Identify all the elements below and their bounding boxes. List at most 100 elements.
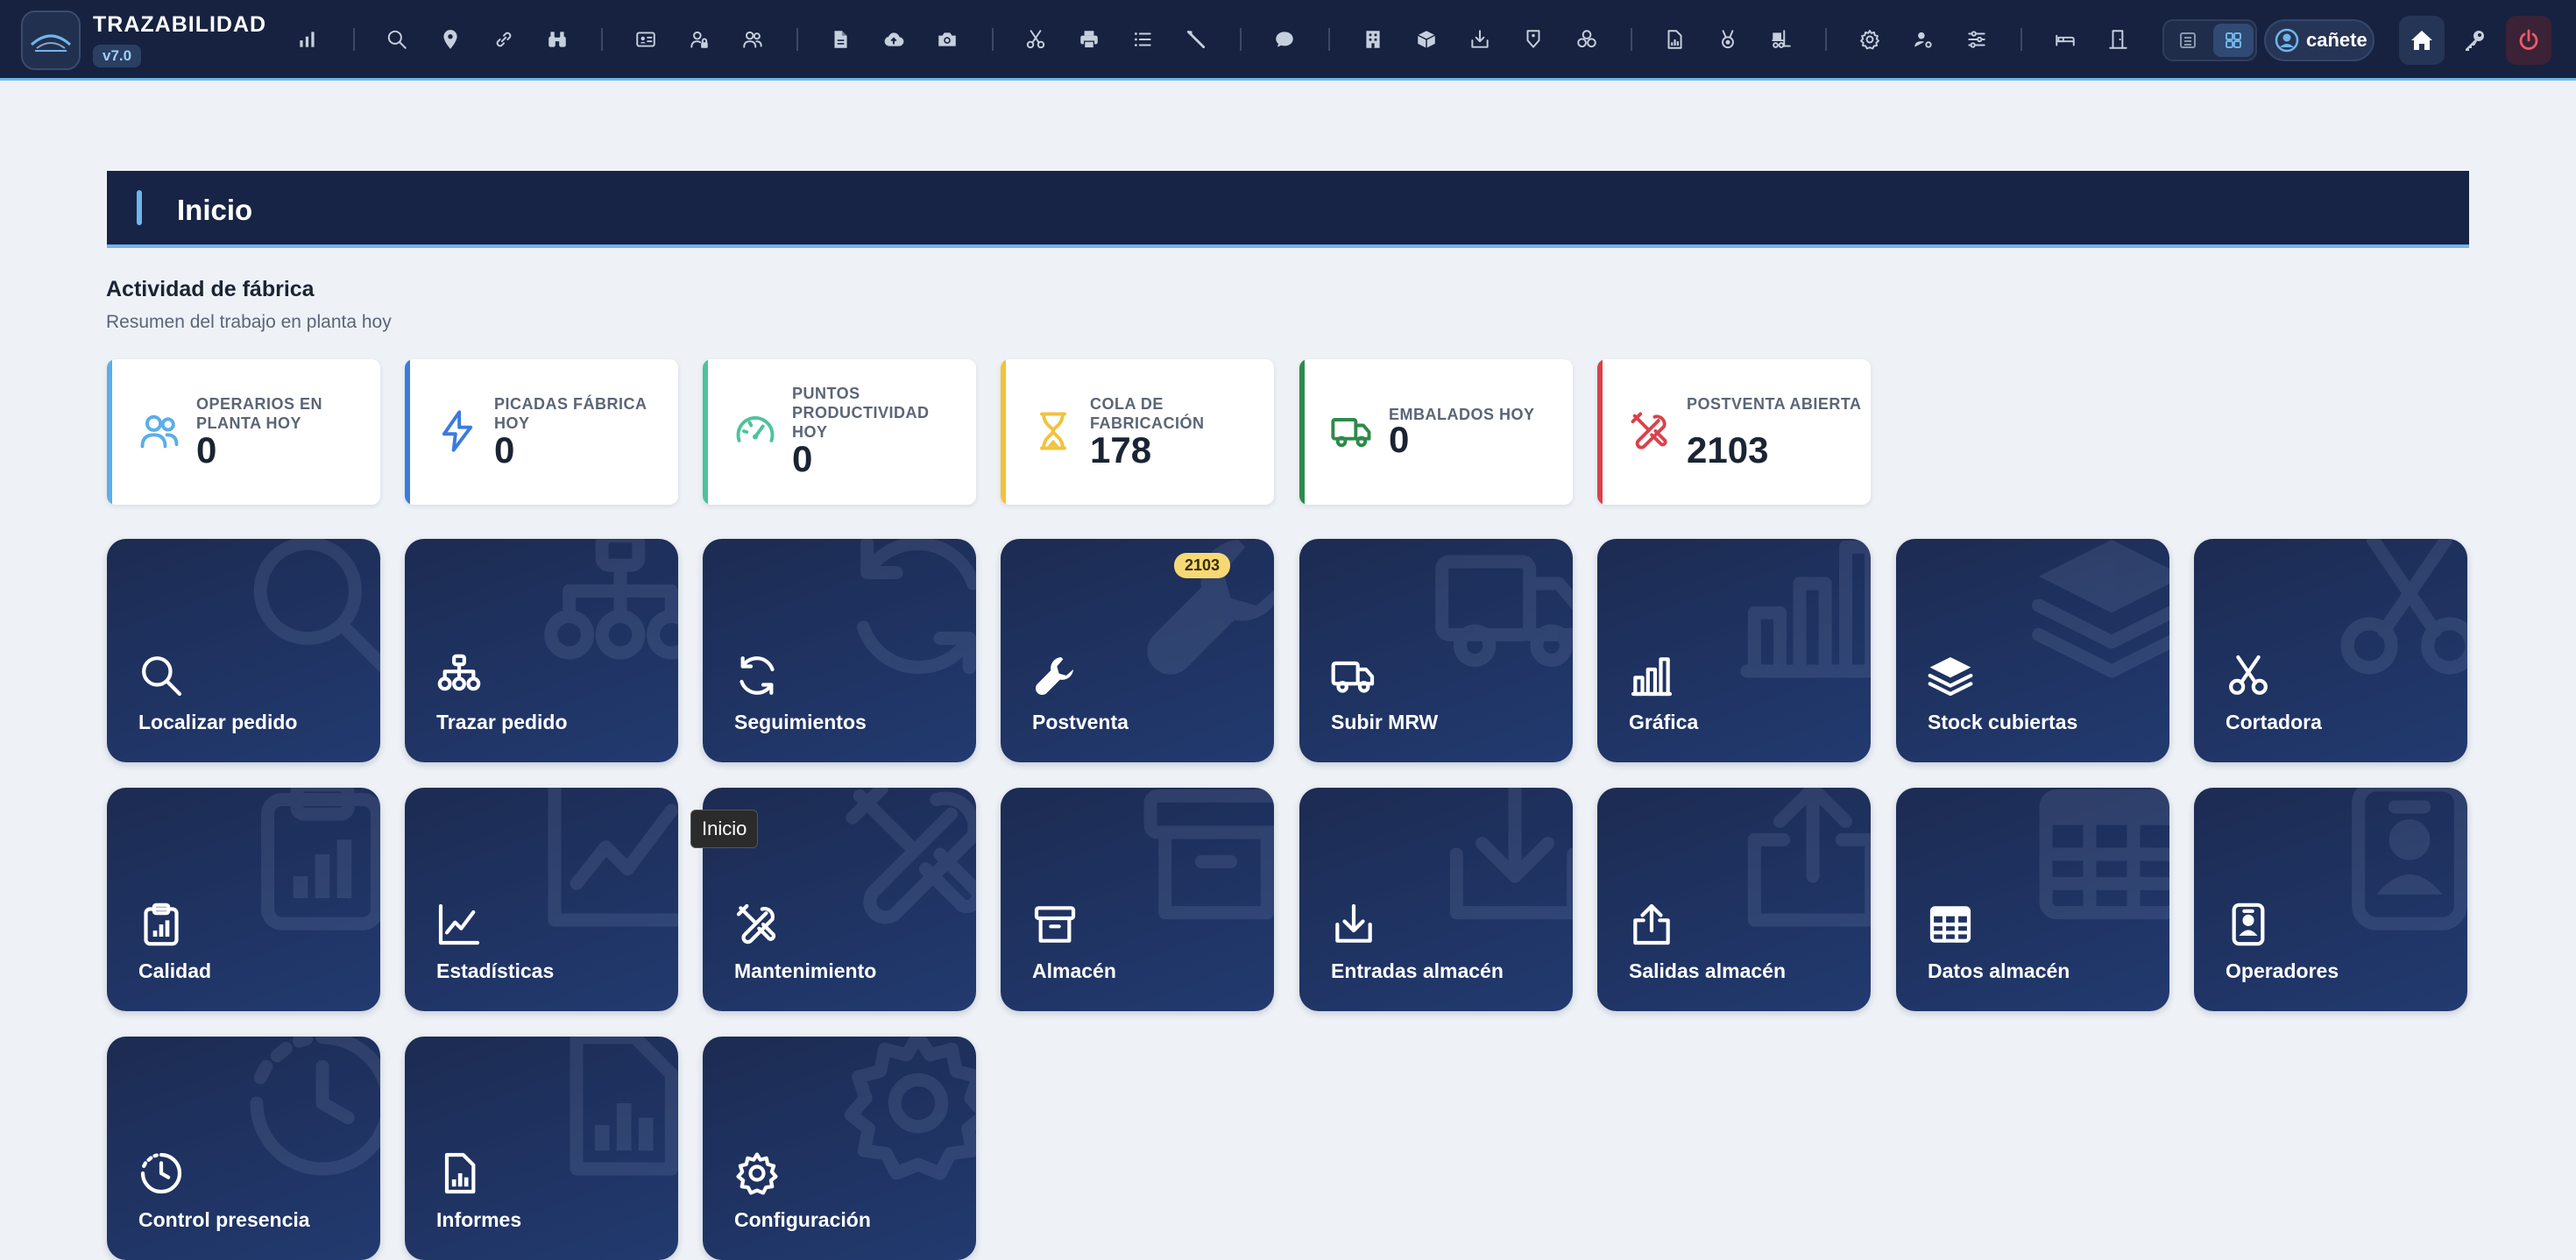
tile-entradas-almacen[interactable]: Entradas almacén	[1299, 788, 1573, 1011]
toolbar-door-button[interactable]	[2104, 25, 2134, 54]
toolbar-ruler-button[interactable]	[1181, 25, 1211, 54]
toolbar-chart-button[interactable]	[293, 25, 322, 54]
tile-seguimientos[interactable]: Seguimientos	[703, 539, 976, 762]
stat-value: 0	[494, 429, 515, 471]
archive-icon	[1143, 789, 1274, 920]
toolbar-camera-button[interactable]	[932, 25, 962, 54]
tile-control-presencia[interactable]: Control presencia	[107, 1037, 380, 1260]
tile-estadisticas[interactable]: Estadísticas	[405, 788, 678, 1011]
toolbar-printer-button[interactable]	[1074, 25, 1104, 54]
file-icon	[834, 31, 847, 48]
inbox-in-icon	[1471, 30, 1489, 48]
toolbar-building-button[interactable]	[1358, 25, 1388, 54]
tooltip: Inicio	[690, 810, 759, 848]
home-button[interactable]	[2399, 16, 2445, 65]
search-icon	[387, 30, 407, 49]
stat-card: COLA DE FABRICACIÓN 178	[1001, 359, 1274, 505]
toolbar-user-cog-button[interactable]	[1908, 25, 1938, 54]
toolbar-gear-button[interactable]	[1855, 25, 1885, 54]
tile-postventa[interactable]: Postventa 2103	[1001, 539, 1274, 762]
logout-button[interactable]	[2506, 16, 2551, 65]
user-menu-button[interactable]: cañete	[2264, 19, 2374, 61]
stat-card: PUNTOS PRODUCTIVIDAD HOY 0	[703, 359, 976, 505]
tile-almacen[interactable]: Almacén	[1001, 788, 1274, 1011]
toolbar-sliders-button[interactable]	[1962, 25, 1992, 54]
toolbar-list-button[interactable]	[1128, 25, 1157, 54]
toolbar-bed-button[interactable]	[2050, 25, 2080, 54]
link-icon	[496, 32, 512, 47]
toolbar-chat-button[interactable]	[1270, 25, 1299, 54]
tile-informes[interactable]: Informes	[405, 1037, 678, 1260]
stat-card: PICADAS FÁBRICA HOY 0	[405, 359, 678, 505]
toolbar-cloud-upload-button[interactable]	[879, 25, 909, 54]
tile-label: Estadísticas	[436, 959, 555, 982]
stat-accent	[703, 359, 708, 505]
tools-icon	[846, 788, 976, 924]
clipboard-chart-icon	[261, 788, 380, 931]
toolbar-separator	[796, 28, 798, 51]
wrench-icon	[1035, 657, 1073, 696]
refresh-icon	[740, 656, 775, 695]
scissors-icon	[2229, 655, 2268, 695]
tile-label: Mantenimiento	[734, 959, 877, 982]
truck-icon	[1331, 418, 1371, 448]
tile-trazar-pedido[interactable]: Trazar pedido	[405, 539, 678, 762]
app-logo[interactable]	[21, 11, 81, 70]
key-button[interactable]	[2452, 16, 2497, 65]
top-bar: TRAZABILIDAD v7.0 cañete	[0, 0, 2576, 81]
tile-operadores[interactable]: Operadores	[2194, 788, 2467, 1011]
toolbar-scissors-button[interactable]	[1021, 25, 1051, 54]
badge-person-icon	[2352, 788, 2467, 931]
toolbar-network-button[interactable]	[1572, 25, 1602, 54]
bed-icon	[2056, 34, 2075, 46]
tile-configuracion[interactable]: Configuración	[703, 1037, 976, 1260]
toolbar-separator	[1328, 28, 1330, 51]
toolbar-location-pin-button[interactable]	[435, 25, 465, 54]
tile-datos-almacen[interactable]: Datos almacén	[1896, 788, 2169, 1011]
tile-label: Almacén	[1032, 959, 1116, 982]
ruler-icon	[1186, 30, 1206, 49]
clock-icon	[250, 1037, 380, 1176]
toolbar-binoculars-button[interactable]	[542, 25, 572, 54]
user-avatar-icon	[2275, 28, 2299, 53]
stat-accent	[1597, 359, 1603, 505]
toolbar-medal-button[interactable]	[1713, 25, 1743, 54]
tile-grafica[interactable]: Gráfica	[1597, 539, 1871, 762]
toolbar-search-button[interactable]	[382, 25, 412, 54]
stat-value: 0	[1389, 419, 1410, 460]
toolbar-file-button[interactable]	[825, 25, 855, 54]
tile-label: Informes	[436, 1208, 522, 1231]
tile-label: Calidad	[138, 959, 212, 982]
grid-view-button[interactable]	[2213, 24, 2254, 57]
tile-stock-cubiertas[interactable]: Stock cubiertas	[1896, 539, 2169, 762]
toolbar-tag-button[interactable]	[1518, 25, 1548, 54]
location-pin-icon	[443, 30, 457, 49]
tile-subir-mrw[interactable]: Subir MRW	[1299, 539, 1573, 762]
tile-salidas-almacen[interactable]: Salidas almacén	[1597, 788, 1871, 1011]
toolbar-forklift-button[interactable]	[1766, 25, 1796, 54]
tile-localizar-pedido[interactable]: Localizar pedido	[107, 539, 380, 762]
view-toggle	[2162, 19, 2257, 61]
sitemap-icon	[437, 654, 481, 691]
user-lock-icon	[690, 31, 708, 48]
stat-value: 0	[196, 429, 217, 471]
toolbar-id-card-button[interactable]	[631, 25, 661, 54]
toolbar-inbox-in-button[interactable]	[1465, 25, 1495, 54]
header-accent	[137, 190, 142, 225]
list-view-button[interactable]	[2168, 24, 2208, 57]
toolbar-link-button[interactable]	[489, 25, 519, 54]
tile-cortadora[interactable]: Cortadora	[2194, 539, 2467, 762]
toolbar-report-button[interactable]	[1660, 25, 1689, 54]
toolbar-separator	[1825, 28, 1827, 51]
tile-calidad[interactable]: Calidad	[107, 788, 380, 1011]
toolbar-users-button[interactable]	[738, 25, 768, 54]
toolbar-box-button[interactable]	[1412, 25, 1441, 54]
users-icon	[743, 31, 762, 48]
bar-chart-icon	[1631, 657, 1673, 697]
tile-label: Control presencia	[138, 1208, 310, 1231]
toolbar-user-lock-button[interactable]	[684, 25, 714, 54]
truck-icon	[1435, 555, 1573, 667]
key-icon	[2466, 31, 2484, 51]
stat-value: 0	[792, 438, 813, 479]
tile-label: Datos almacén	[1928, 959, 2070, 982]
